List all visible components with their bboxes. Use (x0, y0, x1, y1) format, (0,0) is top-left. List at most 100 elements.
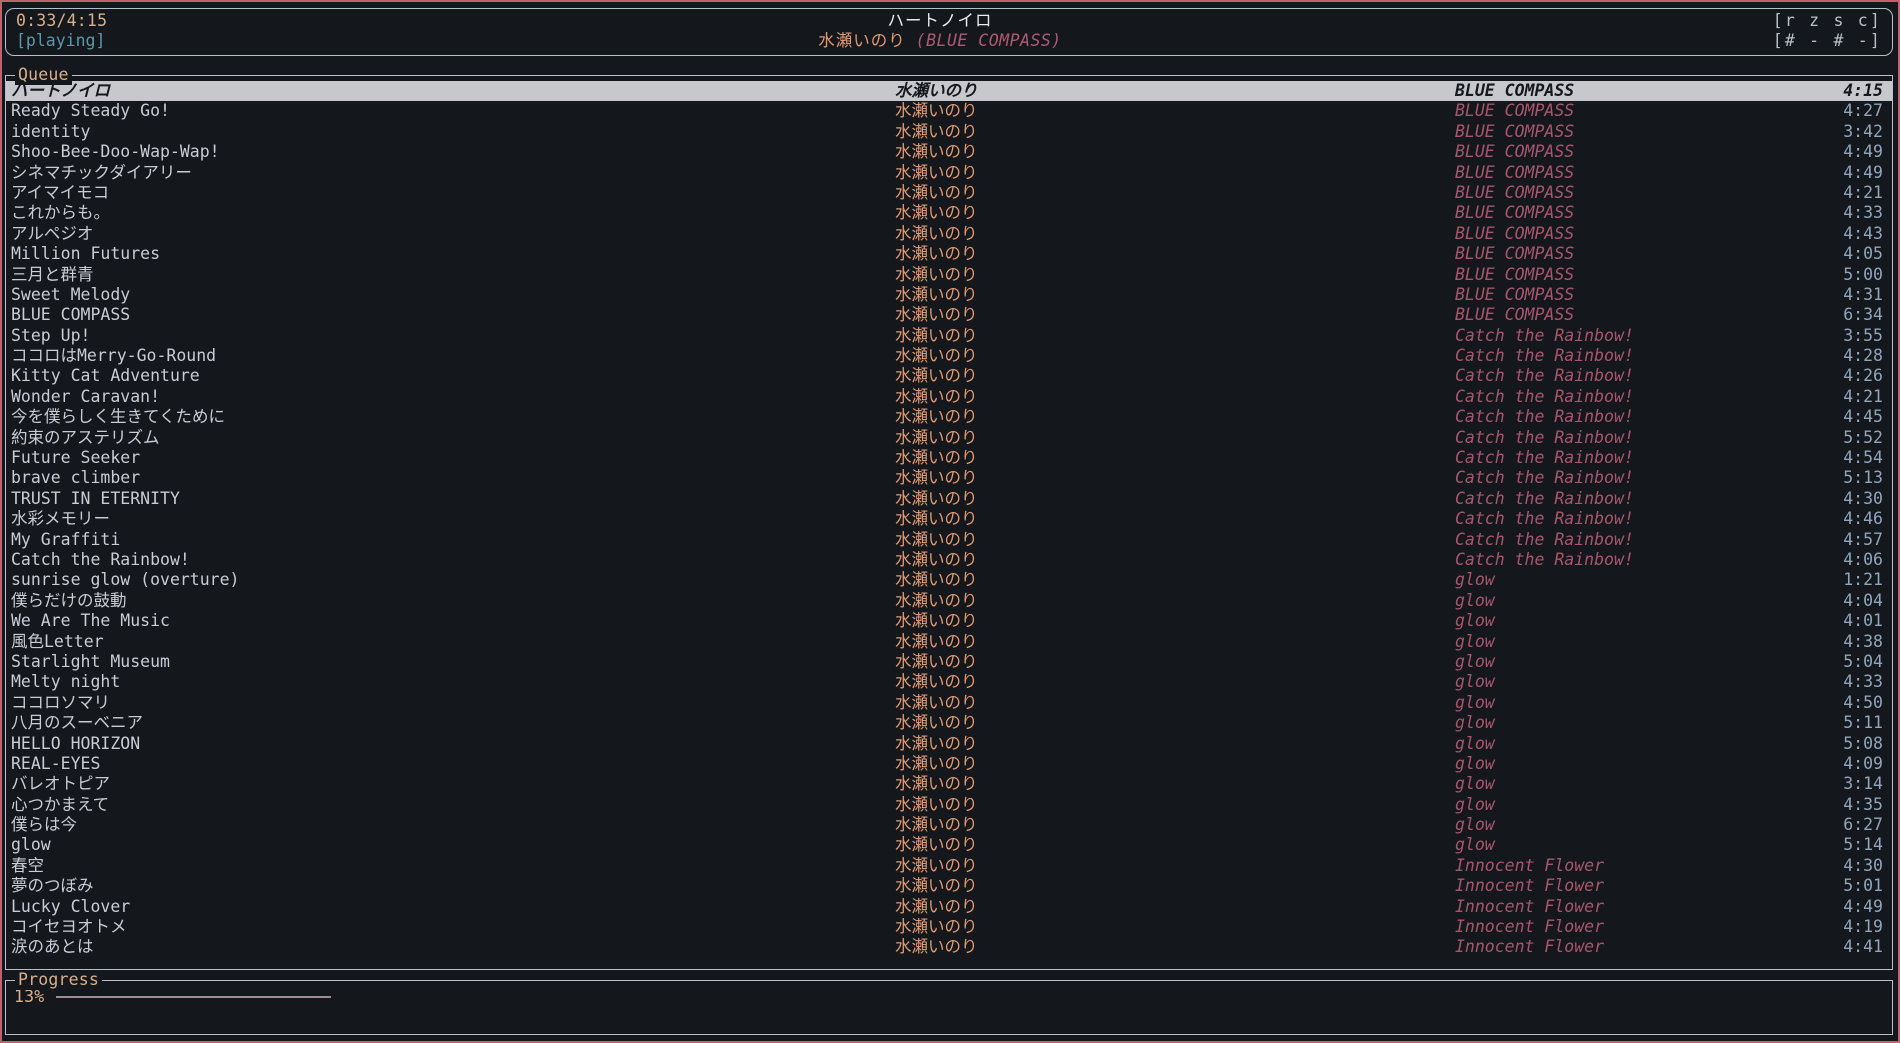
queue-row-album: Catch the Rainbow! (1455, 448, 1634, 468)
queue-row[interactable]: Kitty Cat Adventure 水瀬いのり Catch the Rainbo… (6, 366, 1892, 386)
queue-row[interactable]: REAL-EYES 水瀬いのり glow 4:09 (6, 754, 1892, 774)
queue-row[interactable]: Step Up! 水瀬いのり Catch the Rainbow! 3:55 (6, 326, 1892, 346)
playback-modes-group[interactable]: [r z s c] [# - # -] (1773, 11, 1882, 52)
queue-row[interactable]: コイセヨオトメ 水瀬いのり Innocent Flower 4:19 (6, 917, 1892, 937)
queue-row-album: glow (1455, 835, 1495, 855)
queue-row-album: Catch the Rainbow! (1455, 509, 1634, 529)
queue-panel[interactable]: Queue ハートノイロ 水瀬いのり BLUE COMPASS 4:15 Ready S… (5, 65, 1893, 970)
queue-row[interactable]: 風色Letter 水瀬いのり glow 4:38 (6, 632, 1892, 652)
queue-row[interactable]: これからも。 水瀬いのり BLUE COMPASS 4:33 (6, 203, 1892, 223)
queue-row[interactable]: アイマイモコ 水瀬いのり BLUE COMPASS 4:21 (6, 183, 1892, 203)
terminal-border-top (0, 0, 1900, 2)
queue-row[interactable]: Melty night 水瀬いのり glow 4:33 (6, 672, 1892, 692)
queue-row[interactable]: ココロソマリ 水瀬いのり glow 4:50 (6, 693, 1892, 713)
queue-row-title: BLUE COMPASS (11, 305, 131, 325)
mode-states-row[interactable]: [# - # -] (1773, 31, 1882, 51)
queue-row[interactable]: Sweet Melody 水瀬いのり BLUE COMPASS 4:31 (6, 285, 1892, 305)
queue-row-title: ココロソマリ (11, 692, 110, 712)
queue-row-duration: 4:30 (1843, 855, 1883, 875)
queue-row[interactable]: 僕らだけの鼓動 水瀬いのり glow 4:04 (6, 591, 1892, 611)
queue-row[interactable]: glow 水瀬いのり glow 5:14 (6, 835, 1892, 855)
queue-row-title: Catch the Rainbow! (11, 549, 190, 569)
queue-row-artist: 水瀬いのり (895, 549, 978, 569)
queue-row[interactable]: brave climber 水瀬いのり Catch the Rainbow! 5:13 (6, 468, 1892, 488)
queue-row-artist: 水瀬いのり (895, 468, 978, 488)
queue-row-duration: 6:34 (1843, 305, 1883, 325)
queue-row-title: 涙のあとは (11, 937, 94, 957)
queue-row-selected[interactable]: ハートノイロ 水瀬いのり BLUE COMPASS 4:15 (6, 81, 1892, 102)
queue-row-title: アルペジオ (11, 223, 94, 243)
queue-row[interactable]: TRUST IN ETERNITY 水瀬いのり Catch the Rainbow!… (6, 489, 1892, 509)
queue-row[interactable]: sunrise glow (overture) 水瀬いのり glow 1:21 (6, 570, 1892, 590)
queue-row[interactable]: 今を僕らしく生きてくために 水瀬いのり Catch the Rainbow! 4:45 (6, 407, 1892, 427)
queue-row-album: BLUE COMPASS (1455, 162, 1575, 182)
queue-row[interactable]: Million Futures 水瀬いのり BLUE COMPASS 4:05 (6, 244, 1892, 264)
queue-row-artist: 水瀬いのり (895, 223, 978, 243)
queue-row[interactable]: 約束のアステリズム 水瀬いのり Catch the Rainbow! 5:52 (6, 428, 1892, 448)
queue-row[interactable]: 心つかまえて 水瀬いのり glow 4:35 (6, 795, 1892, 815)
queue-row-title: 約束のアステリズム (11, 427, 160, 447)
queue-row-artist: 水瀬いのり (895, 386, 978, 406)
terminal-border-left (0, 0, 2, 1043)
queue-row-duration: 5:00 (1843, 264, 1883, 284)
queue-row-duration: 4:04 (1843, 590, 1883, 610)
queue-row-album: BLUE COMPASS (1455, 244, 1575, 264)
queue-row[interactable]: Future Seeker 水瀬いのり Catch the Rainbow! 4:54 (6, 448, 1892, 468)
queue-row-duration: 4:28 (1843, 346, 1883, 366)
queue-row-duration: 3:14 (1843, 774, 1883, 794)
queue-row-album: Catch the Rainbow! (1455, 488, 1634, 508)
queue-row[interactable]: 夢のつぼみ 水瀬いのり Innocent Flower 5:01 (6, 876, 1892, 896)
queue-row-title: Shoo-Bee-Doo-Wap-Wap! (11, 142, 220, 162)
queue-row-album: Catch the Rainbow! (1455, 386, 1634, 406)
queue-row-title: 八月のスーベニア (11, 713, 143, 733)
queue-row[interactable]: 三月と群青 水瀬いのり BLUE COMPASS 5:00 (6, 265, 1892, 285)
queue-row-title: sunrise glow (overture) (11, 570, 240, 590)
queue-row[interactable]: ココロはMerry-Go-Round 水瀬いのり Catch the Rainbow… (6, 346, 1892, 366)
queue-row-album: glow (1455, 815, 1495, 835)
queue-row-album: glow (1455, 774, 1495, 794)
queue-row[interactable]: Lucky Clover 水瀬いのり Innocent Flower 4:49 (6, 897, 1892, 917)
queue-row[interactable]: 涙のあとは 水瀬いのり Innocent Flower 4:41 (6, 937, 1892, 957)
queue-row[interactable]: Starlight Museum 水瀬いのり glow 5:04 (6, 652, 1892, 672)
queue-row[interactable]: identity 水瀬いのり BLUE COMPASS 3:42 (6, 122, 1892, 142)
queue-row-duration: 4:21 (1843, 182, 1883, 202)
queue-row-duration: 4:15 (1843, 81, 1883, 100)
queue-row-duration: 4:09 (1843, 753, 1883, 773)
queue-row[interactable]: バレオトピア 水瀬いのり glow 3:14 (6, 774, 1892, 794)
progress-percent-label: 13% (14, 987, 45, 1006)
queue-list[interactable]: ハートノイロ 水瀬いのり BLUE COMPASS 4:15 Ready Steady … (6, 81, 1892, 969)
queue-row-title: 夢のつぼみ (11, 876, 94, 896)
queue-row[interactable]: HELLO HORIZON 水瀬いのり glow 5:08 (6, 734, 1892, 754)
queue-row-artist: 水瀬いのり (895, 488, 978, 508)
queue-row[interactable]: 春空 水瀬いのり Innocent Flower 4:30 (6, 856, 1892, 876)
queue-row-album: Catch the Rainbow! (1455, 325, 1634, 345)
queue-row-artist: 水瀬いのり (895, 203, 978, 223)
mode-keys-row[interactable]: [r z s c] (1773, 11, 1882, 31)
queue-row-artist: 水瀬いのり (895, 81, 978, 100)
queue-row[interactable]: Wonder Caravan! 水瀬いのり Catch the Rainbow! 4:… (6, 387, 1892, 407)
queue-row-artist: 水瀬いのり (895, 305, 978, 325)
queue-row-album: BLUE COMPASS (1455, 182, 1575, 202)
queue-row[interactable]: Catch the Rainbow! 水瀬いのり Catch the Rainbow… (6, 550, 1892, 570)
queue-row-title: Starlight Museum (11, 651, 170, 671)
queue-row-artist: 水瀬いのり (895, 590, 978, 610)
now-playing-album: (BLUE COMPASS) (915, 31, 1062, 51)
queue-row[interactable]: We Are The Music 水瀬いのり glow 4:01 (6, 611, 1892, 631)
queue-row-duration: 4:33 (1843, 672, 1883, 692)
queue-row-artist: 水瀬いのり (895, 509, 978, 529)
queue-row[interactable]: Ready Steady Go! 水瀬いのり BLUE COMPASS 4:27 (6, 101, 1892, 121)
queue-row-duration: 4:06 (1843, 549, 1883, 569)
queue-row[interactable]: BLUE COMPASS 水瀬いのり BLUE COMPASS 6:34 (6, 305, 1892, 325)
queue-row[interactable]: 八月のスーベニア 水瀬いのり glow 5:11 (6, 713, 1892, 733)
queue-row[interactable]: アルペジオ 水瀬いのり BLUE COMPASS 4:43 (6, 224, 1892, 244)
queue-row-album: Catch the Rainbow! (1455, 529, 1634, 549)
queue-row[interactable]: シネマチックダイアリー 水瀬いのり BLUE COMPASS 4:49 (6, 163, 1892, 183)
playback-status-badge[interactable]: [playing] (16, 31, 105, 51)
queue-row[interactable]: 僕らは今 水瀬いのり glow 6:27 (6, 815, 1892, 835)
queue-row[interactable]: My Graffiti 水瀬いのり Catch the Rainbow! 4:57 (6, 530, 1892, 550)
queue-row[interactable]: 水彩メモリー 水瀬いのり Catch the Rainbow! 4:46 (6, 509, 1892, 529)
queue-row-artist: 水瀬いのり (895, 162, 978, 182)
queue-row[interactable]: Shoo-Bee-Doo-Wap-Wap! 水瀬いのり BLUE COMPASS 4:… (6, 142, 1892, 162)
progress-panel[interactable]: Progress 13% (5, 970, 1893, 1035)
progress-bar-track[interactable] (56, 987, 1884, 1007)
